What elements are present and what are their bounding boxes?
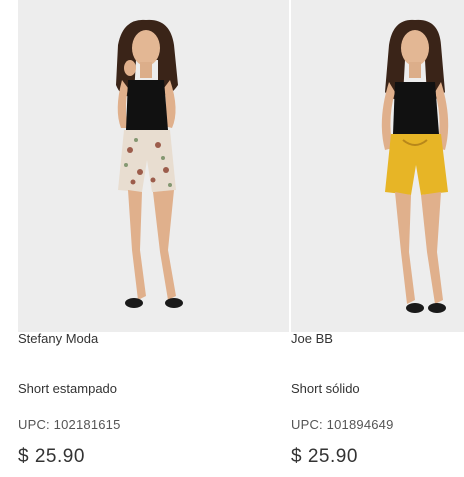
product-brand[interactable]: Stefany Moda bbox=[18, 331, 98, 346]
product-card[interactable]: Stefany Moda Short estampado UPC: 102181… bbox=[18, 0, 290, 467]
product-price: $ 25.90 bbox=[291, 446, 358, 467]
product-image[interactable] bbox=[291, 0, 464, 332]
product-card[interactable]: Joe BB Short sólido UPC: 101894649 $ 25.… bbox=[291, 0, 464, 467]
product-upc: UPC: 102181615 bbox=[18, 417, 121, 432]
model-photo bbox=[381, 19, 449, 313]
product-upc: UPC: 101894649 bbox=[291, 417, 394, 432]
product-brand[interactable]: Joe BB bbox=[291, 331, 333, 346]
product-name[interactable]: Short estampado bbox=[18, 381, 117, 396]
product-name[interactable]: Short sólido bbox=[291, 381, 360, 396]
product-image[interactable] bbox=[18, 0, 289, 332]
product-price: $ 25.90 bbox=[18, 446, 85, 467]
model-photo bbox=[116, 19, 183, 308]
